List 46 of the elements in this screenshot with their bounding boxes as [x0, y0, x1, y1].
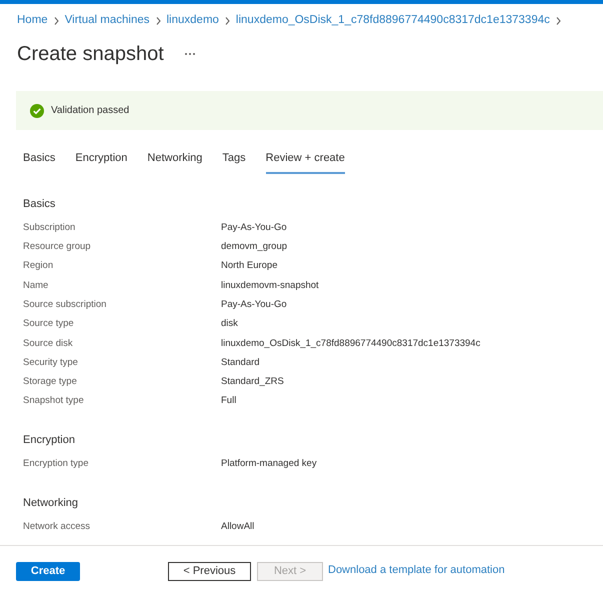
field-value: Full — [221, 394, 236, 408]
field-label: Name — [23, 278, 50, 293]
field-value: AllowAll — [221, 520, 254, 534]
validation-message: Validation passed — [51, 104, 130, 118]
field-label: Source disk — [23, 336, 74, 351]
chevron-right-icon — [224, 16, 230, 25]
field-label: Source subscription — [23, 298, 108, 312]
field-label: Security type — [23, 356, 79, 370]
breadcrumb-link[interactable]: linuxdemo — [166, 12, 219, 30]
field-value: Platform-managed key — [221, 457, 317, 472]
field-value: linuxdemo_OsDisk_1_c78fd8896774490c8317dc1e1373394c — [221, 336, 480, 351]
breadcrumb-link[interactable]: Home — [17, 12, 48, 30]
nav-button[interactable]: < Previous — [168, 562, 251, 581]
field-label: Source type — [23, 317, 75, 332]
tab[interactable]: Review + create — [266, 150, 345, 174]
field-label: Resource group — [23, 240, 92, 254]
field-value: Standard — [221, 356, 260, 370]
field-value: Standard_ZRS — [221, 375, 284, 390]
section-heading: Encryption — [23, 433, 76, 448]
tab[interactable]: Networking — [147, 150, 202, 174]
chevron-right-icon — [156, 16, 160, 25]
section-heading: Basics — [23, 196, 56, 212]
tab[interactable]: Basics — [23, 150, 56, 174]
field-value: disk — [221, 317, 238, 332]
tab[interactable]: Encryption — [75, 150, 128, 174]
field-value: linuxdemovm-snapshot — [221, 278, 319, 293]
chevron-right-icon — [556, 16, 561, 25]
chevron-right-icon — [54, 16, 59, 25]
more-icon[interactable] — [184, 52, 196, 56]
field-value: demovm_group — [221, 240, 288, 254]
tab[interactable]: Tags — [222, 150, 246, 174]
field-value: Pay-As-You-Go — [221, 298, 287, 312]
field-label: Snapshot type — [23, 394, 85, 408]
page-title: Create snapshot — [17, 42, 164, 68]
field-label: Network access — [23, 520, 92, 534]
create-button[interactable]: Create — [16, 562, 80, 581]
breadcrumb-link[interactable]: linuxdemo_OsDisk_1_c78fd8896774490c8317dc1e1373394c — [236, 12, 550, 30]
field-label: Storage type — [23, 375, 78, 390]
field-value: Pay-As-You-Go — [221, 220, 287, 235]
field-label: Region — [23, 259, 54, 274]
section-heading: Networking — [23, 496, 80, 512]
template-link[interactable]: Download a template for automation — [328, 562, 505, 578]
field-label: Encryption type — [23, 457, 90, 472]
field-label: Subscription — [23, 220, 76, 235]
breadcrumb-link[interactable]: Virtual machines — [64, 12, 150, 30]
field-value: North Europe — [221, 259, 278, 274]
